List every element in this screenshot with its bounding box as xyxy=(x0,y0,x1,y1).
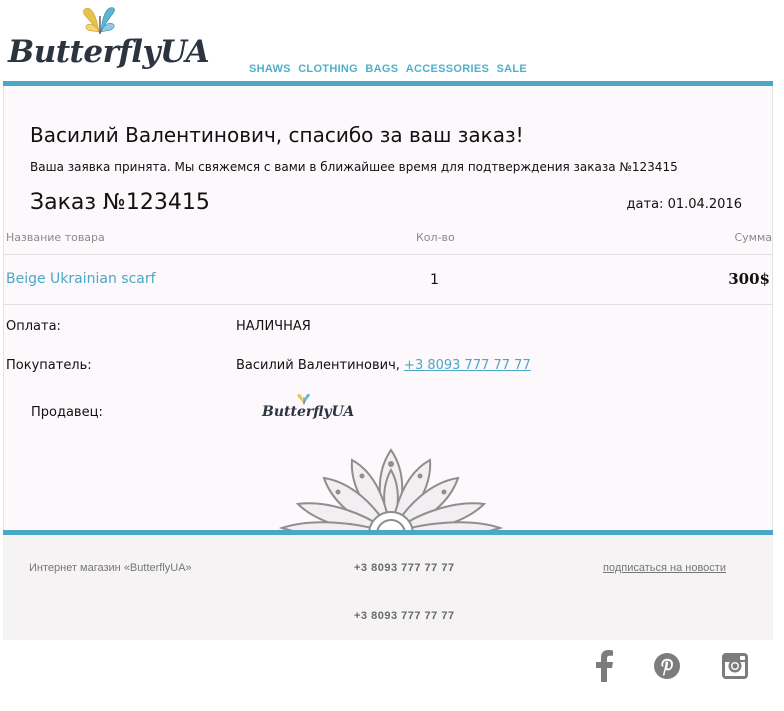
column-header-qty: Кол-во xyxy=(416,231,455,244)
confirmation-text: Ваша заявка принята. Мы свяжемся с вами … xyxy=(30,160,678,174)
order-card: Василий Валентинович, спасибо за ваш зак… xyxy=(3,86,773,530)
buyer-label: Покупатель: xyxy=(6,358,92,373)
product-qty: 1 xyxy=(430,272,439,288)
top-nav: SHAWS CLOTHING BAGS ACCESSORIES SALE xyxy=(3,63,773,75)
butterfly-icon xyxy=(297,393,310,405)
footer-shop-name: Интернет магазин «ButterflyUA» xyxy=(29,562,192,574)
facebook-icon[interactable] xyxy=(590,650,620,682)
footer-phone-2[interactable]: +3 8093 777 77 77 xyxy=(354,610,455,622)
order-date-label: дата: xyxy=(626,197,664,212)
subscribe-link[interactable]: подписаться на новости xyxy=(603,562,726,574)
order-title: Заказ №123415 xyxy=(30,190,210,215)
instagram-icon[interactable] xyxy=(720,650,750,682)
order-date: дата: 01.04.2016 xyxy=(627,197,742,212)
footer-phone-1[interactable]: +3 8093 777 77 77 xyxy=(354,562,455,574)
buyer-phone-link[interactable]: +3 8093 777 77 77 xyxy=(404,358,531,373)
nav-item-shaws[interactable]: SHAWS xyxy=(249,63,291,75)
mandala-decoration xyxy=(278,448,504,530)
product-name-link[interactable]: Beige Ukrainian scarf xyxy=(6,271,156,287)
product-sum: 300$ xyxy=(728,270,770,288)
thank-you-heading: Василий Валентинович, спасибо за ваш зак… xyxy=(30,123,524,147)
seller-logo: ButterflyUA xyxy=(262,393,354,420)
nav-item-clothing[interactable]: CLOTHING xyxy=(298,63,358,75)
buyer-value: Василий Валентинович, +3 8093 777 77 77 xyxy=(236,358,531,373)
nav-item-accessories[interactable]: ACCESSORIES xyxy=(406,63,489,75)
divider xyxy=(4,304,772,305)
payment-label: Оплата: xyxy=(6,319,61,334)
column-header-name: Название товара xyxy=(6,231,105,244)
divider xyxy=(4,254,772,255)
payment-value: НАЛИЧНАЯ xyxy=(236,319,311,334)
nav-item-sale[interactable]: SALE xyxy=(496,63,527,75)
column-header-sum: Сумма xyxy=(734,231,772,244)
order-date-value: 01.04.2016 xyxy=(667,197,742,212)
pinterest-icon[interactable] xyxy=(652,650,682,682)
seller-label: Продавец: xyxy=(31,405,103,420)
buyer-name: Василий Валентинович, xyxy=(236,358,405,373)
nav-item-bags[interactable]: BAGS xyxy=(365,63,398,75)
footer: Интернет магазин «ButterflyUA» +3 8093 7… xyxy=(3,535,773,640)
